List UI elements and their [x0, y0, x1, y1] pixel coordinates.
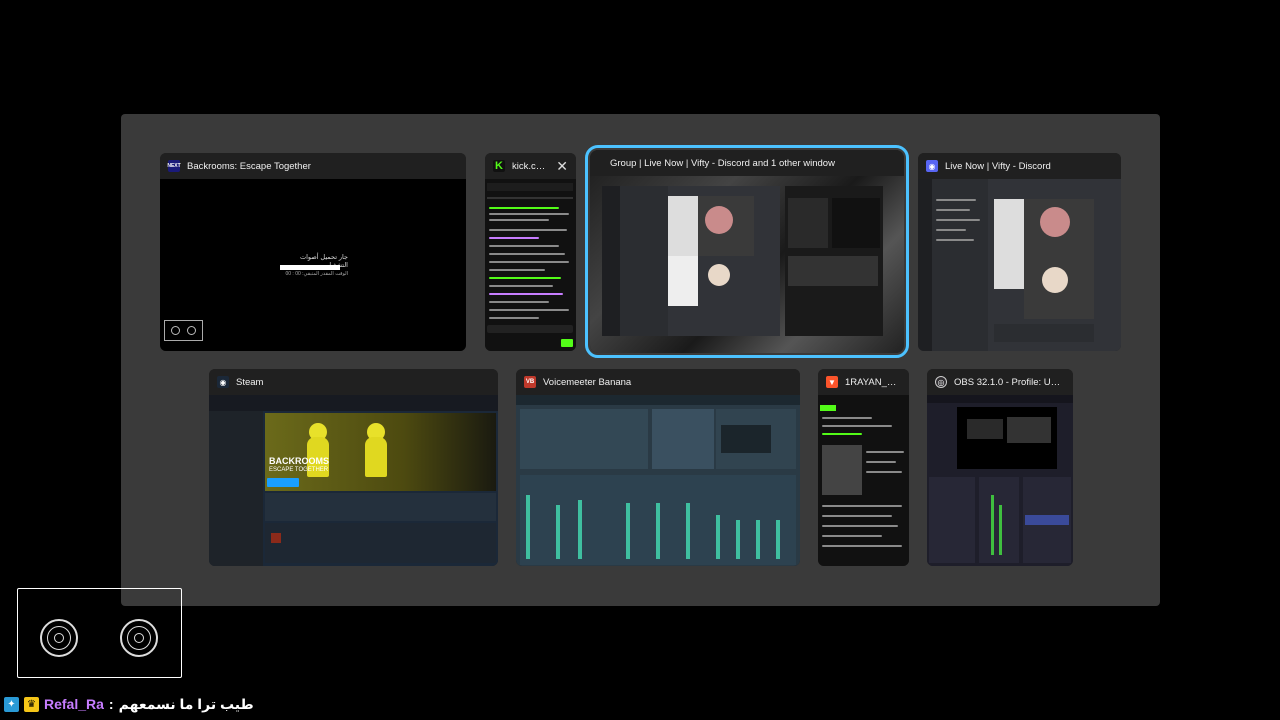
kick-icon: K	[493, 160, 505, 172]
task-switcher-panel: NEXT Backrooms: Escape Together جار تحمي…	[121, 114, 1160, 606]
window-title: OBS 32.1.0 - Profile: Untitled -...	[954, 376, 1065, 388]
window-thumbnail: BACKROOMS ESCAPE TOGETHER	[209, 395, 498, 566]
window-titlebar: ◎ OBS 32.1.0 - Profile: Untitled -...	[927, 369, 1073, 395]
loading-bar	[280, 265, 340, 270]
play-button[interactable]	[267, 478, 299, 487]
window-titlebar: Group | Live Now | Vifty - Discord and 1…	[590, 150, 904, 176]
brave-icon: ▼	[826, 376, 838, 388]
webcam-frame	[164, 320, 203, 341]
window-titlebar: ▼ 1RAYAN_1 Stre...	[818, 369, 909, 395]
game-title-line1: BACKROOMS	[269, 456, 329, 466]
close-icon[interactable]: ✕	[556, 158, 568, 175]
window-kick[interactable]: K kick.com/... ✕	[485, 153, 576, 351]
window-brave[interactable]: ▼ 1RAYAN_1 Stre...	[818, 369, 909, 566]
window-title: Group | Live Now | Vifty - Discord and 1…	[610, 157, 835, 169]
camera-lens-icon	[40, 619, 78, 657]
time-remaining-text: الوقت المقدر المتبقي: 00 : 00	[285, 271, 348, 277]
window-titlebar: ◉ Live Now | Vifty - Discord	[918, 153, 1121, 179]
window-thumbnail	[485, 179, 576, 351]
badge-icon: ✦	[4, 696, 19, 712]
chat-text: طيب ترا ما نسمعهم	[118, 695, 254, 712]
window-title: kick.com/...	[512, 160, 549, 172]
window-title: Backrooms: Escape Together	[187, 160, 311, 172]
window-titlebar: ◉ Steam	[209, 369, 498, 395]
window-thumbnail	[516, 395, 800, 566]
window-titlebar: NEXT Backrooms: Escape Together	[160, 153, 466, 179]
voicemeeter-icon: VB	[524, 376, 536, 388]
window-discord[interactable]: ◉ Live Now | Vifty - Discord	[918, 153, 1121, 351]
window-thumbnail	[927, 395, 1073, 566]
window-title: Voicemeeter Banana	[543, 376, 632, 388]
crown-icon: ♛	[24, 696, 39, 712]
chat-separator: :	[108, 696, 114, 712]
window-thumbnail	[590, 176, 904, 353]
camera-lens-icon	[120, 619, 158, 657]
window-thumbnail: جار تحميل أصوات التشغيل الوقت المقدر الم…	[160, 179, 466, 351]
window-group-discord[interactable]: Group | Live Now | Vifty - Discord and 1…	[585, 145, 909, 358]
window-obs[interactable]: ◎ OBS 32.1.0 - Profile: Untitled -...	[927, 369, 1073, 566]
window-backrooms[interactable]: NEXT Backrooms: Escape Together جار تحمي…	[160, 153, 466, 351]
discord-icon: ◉	[926, 160, 938, 172]
window-title: Live Now | Vifty - Discord	[945, 160, 1051, 172]
steam-icon: ◉	[217, 376, 229, 388]
window-titlebar: VB Voicemeeter Banana	[516, 369, 800, 395]
obs-icon: ◎	[935, 376, 947, 388]
window-title: 1RAYAN_1 Stre...	[845, 376, 901, 388]
window-title: Steam	[236, 376, 264, 388]
game-icon: NEXT	[167, 160, 181, 172]
window-thumbnail	[818, 395, 909, 566]
webcam-overlay	[17, 588, 182, 678]
chat-message: ✦ ♛ Refal_Ra : طيب ترا ما نسمعهم	[4, 694, 254, 714]
window-steam[interactable]: ◉ Steam BACKROOMS ESCAPE TOGETHER	[209, 369, 498, 566]
window-voicemeeter[interactable]: VB Voicemeeter Banana	[516, 369, 800, 566]
window-titlebar: K kick.com/... ✕	[485, 153, 576, 179]
chat-username: Refal_Ra	[44, 696, 104, 712]
game-title-line2: ESCAPE TOGETHER	[269, 467, 329, 473]
window-thumbnail	[918, 179, 1121, 351]
